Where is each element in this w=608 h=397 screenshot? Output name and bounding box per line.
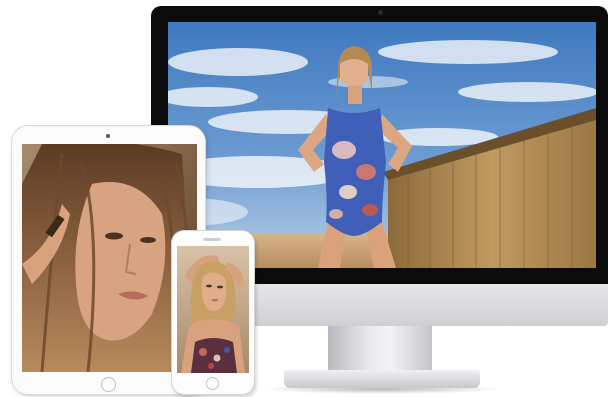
phone-home-button [206,377,219,390]
desktop-stand-neck [328,326,432,374]
tablet-screen [22,144,197,372]
tablet-home-button [101,377,116,392]
phone-photo [177,246,249,373]
tablet-camera-icon [106,134,110,138]
tablet-photo [22,144,197,372]
phone-speaker-icon [203,238,221,241]
desktop-camera-icon [378,10,383,15]
phone-screen [177,246,249,373]
desktop-stand-base [284,370,480,388]
